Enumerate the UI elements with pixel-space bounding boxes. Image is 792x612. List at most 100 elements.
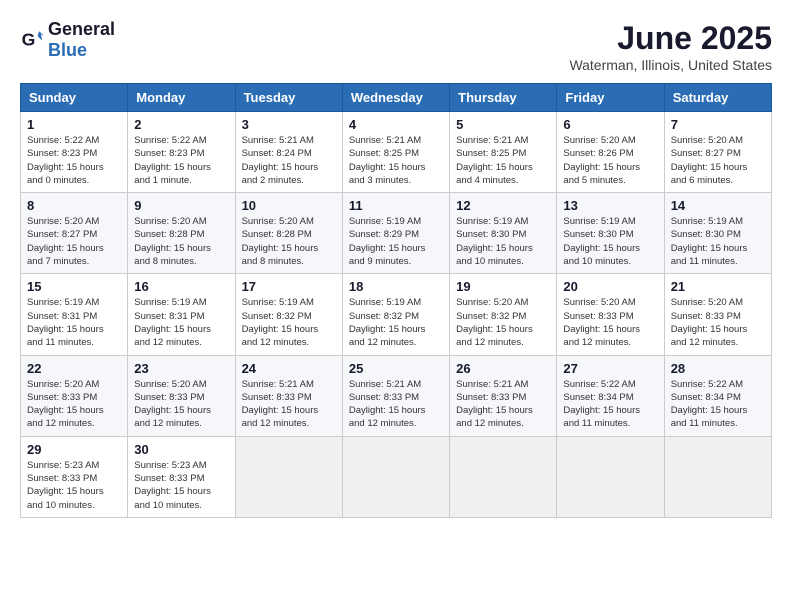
calendar-cell (450, 436, 557, 517)
day-number: 20 (563, 279, 657, 294)
day-info: Sunrise: 5:21 AMSunset: 8:25 PMDaylight:… (456, 134, 550, 187)
day-info: Sunrise: 5:20 AMSunset: 8:33 PMDaylight:… (134, 378, 228, 431)
calendar-cell: 1Sunrise: 5:22 AMSunset: 8:23 PMDaylight… (21, 112, 128, 193)
title-area: June 2025 Waterman, Illinois, United Sta… (569, 20, 772, 73)
calendar-cell: 20 Sunrise: 5:20 AMSunset: 8:33 PMDayligh… (557, 274, 664, 355)
calendar-cell: 16 Sunrise: 5:19 AMSunset: 8:31 PMDayligh… (128, 274, 235, 355)
day-info: Sunrise: 5:19 AMSunset: 8:32 PMDaylight:… (242, 296, 336, 349)
day-info: Sunrise: 5:21 AMSunset: 8:33 PMDaylight:… (242, 378, 336, 431)
day-number: 30 (134, 442, 228, 457)
calendar-cell (557, 436, 664, 517)
month-title: June 2025 (569, 20, 772, 57)
day-number: 7 (671, 117, 765, 132)
day-info: Sunrise: 5:22 AMSunset: 8:23 PMDaylight:… (134, 134, 228, 187)
day-number: 17 (242, 279, 336, 294)
day-info: Sunrise: 5:20 AMSunset: 8:28 PMDaylight:… (134, 215, 228, 268)
day-number: 25 (349, 361, 443, 376)
day-number: 26 (456, 361, 550, 376)
day-number: 15 (27, 279, 121, 294)
day-info: Sunrise: 5:20 AMSunset: 8:28 PMDaylight:… (242, 215, 336, 268)
day-number: 8 (27, 198, 121, 213)
day-number: 3 (242, 117, 336, 132)
calendar-cell: 30Sunrise: 5:23 AMSunset: 8:33 PMDayligh… (128, 436, 235, 517)
calendar-table: SundayMondayTuesdayWednesdayThursdayFrid… (20, 83, 772, 518)
day-number: 18 (349, 279, 443, 294)
weekday-header: Saturday (664, 84, 771, 112)
day-info: Sunrise: 5:19 AMSunset: 8:30 PMDaylight:… (456, 215, 550, 268)
calendar-cell: 6 Sunrise: 5:20 AMSunset: 8:26 PMDaylight… (557, 112, 664, 193)
day-number: 19 (456, 279, 550, 294)
day-info: Sunrise: 5:20 AMSunset: 8:33 PMDaylight:… (27, 378, 121, 431)
day-info: Sunrise: 5:20 AMSunset: 8:27 PMDaylight:… (27, 215, 121, 268)
calendar-cell: 29 Sunrise: 5:23 AMSunset: 8:33 PMDayligh… (21, 436, 128, 517)
calendar-cell: 26 Sunrise: 5:21 AMSunset: 8:33 PMDayligh… (450, 355, 557, 436)
day-number: 13 (563, 198, 657, 213)
day-info: Sunrise: 5:20 AMSunset: 8:33 PMDaylight:… (563, 296, 657, 349)
calendar-cell (235, 436, 342, 517)
weekday-header: Sunday (21, 84, 128, 112)
calendar-cell: 2 Sunrise: 5:22 AMSunset: 8:23 PMDaylight… (128, 112, 235, 193)
day-info: Sunrise: 5:22 AMSunset: 8:34 PMDaylight:… (671, 378, 765, 431)
calendar-cell: 10 Sunrise: 5:20 AMSunset: 8:28 PMDayligh… (235, 193, 342, 274)
day-number: 4 (349, 117, 443, 132)
calendar-cell: 22 Sunrise: 5:20 AMSunset: 8:33 PMDayligh… (21, 355, 128, 436)
day-number: 24 (242, 361, 336, 376)
day-number: 14 (671, 198, 765, 213)
calendar-cell (664, 436, 771, 517)
day-number: 29 (27, 442, 121, 457)
day-info: Sunrise: 5:21 AMSunset: 8:33 PMDaylight:… (349, 378, 443, 431)
day-info: Sunrise: 5:23 AMSunset: 8:33 PMDaylight:… (27, 459, 121, 512)
weekday-header: Thursday (450, 84, 557, 112)
day-info: Sunrise: 5:20 AMSunset: 8:32 PMDaylight:… (456, 296, 550, 349)
calendar-cell: 21Sunrise: 5:20 AMSunset: 8:33 PMDayligh… (664, 274, 771, 355)
logo-icon: G (20, 28, 44, 52)
day-number: 27 (563, 361, 657, 376)
day-info: Sunrise: 5:21 AMSunset: 8:33 PMDaylight:… (456, 378, 550, 431)
day-info: Sunrise: 5:19 AMSunset: 8:31 PMDaylight:… (27, 296, 121, 349)
day-number: 11 (349, 198, 443, 213)
day-number: 9 (134, 198, 228, 213)
calendar-cell: 12 Sunrise: 5:19 AMSunset: 8:30 PMDayligh… (450, 193, 557, 274)
weekday-header: Friday (557, 84, 664, 112)
day-number: 10 (242, 198, 336, 213)
weekday-header: Monday (128, 84, 235, 112)
calendar-cell: 3 Sunrise: 5:21 AMSunset: 8:24 PMDaylight… (235, 112, 342, 193)
day-number: 22 (27, 361, 121, 376)
calendar-cell: 9 Sunrise: 5:20 AMSunset: 8:28 PMDaylight… (128, 193, 235, 274)
day-number: 12 (456, 198, 550, 213)
calendar-cell: 18 Sunrise: 5:19 AMSunset: 8:32 PMDayligh… (342, 274, 449, 355)
calendar-cell: 17 Sunrise: 5:19 AMSunset: 8:32 PMDayligh… (235, 274, 342, 355)
header: G General Blue June 2025 Waterman, Illin… (20, 20, 772, 73)
calendar-cell: 11Sunrise: 5:19 AMSunset: 8:29 PMDayligh… (342, 193, 449, 274)
location-title: Waterman, Illinois, United States (569, 57, 772, 73)
day-number: 2 (134, 117, 228, 132)
day-info: Sunrise: 5:22 AMSunset: 8:34 PMDaylight:… (563, 378, 657, 431)
day-info: Sunrise: 5:19 AMSunset: 8:32 PMDaylight:… (349, 296, 443, 349)
day-info: Sunrise: 5:21 AMSunset: 8:24 PMDaylight:… (242, 134, 336, 187)
calendar-cell: 24 Sunrise: 5:21 AMSunset: 8:33 PMDayligh… (235, 355, 342, 436)
calendar-cell: 23 Sunrise: 5:20 AMSunset: 8:33 PMDayligh… (128, 355, 235, 436)
day-info: Sunrise: 5:19 AMSunset: 8:30 PMDaylight:… (671, 215, 765, 268)
calendar-cell: 25 Sunrise: 5:21 AMSunset: 8:33 PMDayligh… (342, 355, 449, 436)
day-number: 6 (563, 117, 657, 132)
weekday-header: Tuesday (235, 84, 342, 112)
day-info: Sunrise: 5:21 AMSunset: 8:25 PMDaylight:… (349, 134, 443, 187)
day-info: Sunrise: 5:20 AMSunset: 8:26 PMDaylight:… (563, 134, 657, 187)
logo: G General Blue (20, 20, 115, 61)
day-number: 28 (671, 361, 765, 376)
weekday-header: Wednesday (342, 84, 449, 112)
logo-general: General (48, 20, 115, 40)
day-number: 23 (134, 361, 228, 376)
calendar-cell: 19 Sunrise: 5:20 AMSunset: 8:32 PMDayligh… (450, 274, 557, 355)
day-number: 1 (27, 117, 121, 132)
day-info: Sunrise: 5:20 AMSunset: 8:27 PMDaylight:… (671, 134, 765, 187)
calendar-cell: 5Sunrise: 5:21 AMSunset: 8:25 PMDaylight… (450, 112, 557, 193)
calendar-cell: 27 Sunrise: 5:22 AMSunset: 8:34 PMDayligh… (557, 355, 664, 436)
day-info: Sunrise: 5:19 AMSunset: 8:30 PMDaylight:… (563, 215, 657, 268)
svg-text:G: G (22, 30, 36, 50)
calendar-cell: 13 Sunrise: 5:19 AMSunset: 8:30 PMDayligh… (557, 193, 664, 274)
day-info: Sunrise: 5:20 AMSunset: 8:33 PMDaylight:… (671, 296, 765, 349)
day-number: 16 (134, 279, 228, 294)
calendar-cell: 28 Sunrise: 5:22 AMSunset: 8:34 PMDayligh… (664, 355, 771, 436)
day-info: Sunrise: 5:19 AMSunset: 8:31 PMDaylight:… (134, 296, 228, 349)
